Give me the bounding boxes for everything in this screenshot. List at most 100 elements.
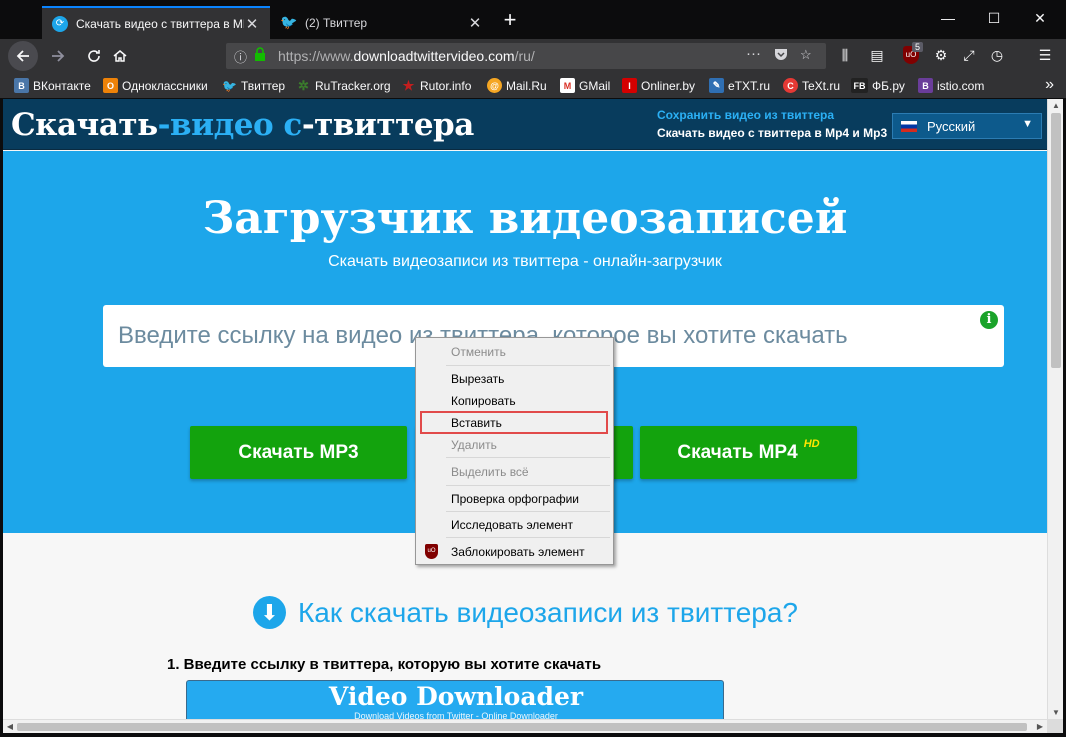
menu-separator xyxy=(446,485,610,486)
bookmark-item[interactable]: ✲ RuTracker.org xyxy=(296,78,391,93)
bookmark-item[interactable]: C TeXt.ru xyxy=(783,78,840,93)
info-icon[interactable]: ⓘ xyxy=(234,47,247,66)
button-label: Скачать MP3 xyxy=(238,441,359,463)
navigation-bar: ⓘ https://www.downloadtwittervideo.com/r… xyxy=(0,39,1066,73)
back-button[interactable] xyxy=(8,41,38,71)
hamburger-menu-icon[interactable]: ☰ xyxy=(1034,47,1056,64)
chevron-double-right-icon[interactable]: » xyxy=(1045,76,1054,94)
url-prefix: https://www. xyxy=(278,48,354,64)
menu-separator xyxy=(446,511,610,512)
twitter-icon: 🐦 xyxy=(280,14,298,30)
new-tab-button[interactable]: + xyxy=(498,8,522,32)
menu-separator xyxy=(446,537,610,538)
howto-text: Как скачать видеозаписи из твиттера? xyxy=(298,596,799,628)
library-icon[interactable]: ⫼ xyxy=(834,47,856,64)
scroll-down-icon[interactable]: ▼ xyxy=(1048,708,1064,717)
reload-button[interactable] xyxy=(80,43,108,69)
site-logo[interactable]: Скачать-видео с-твиттера xyxy=(11,107,474,143)
rutracker-icon: ✲ xyxy=(298,77,309,93)
menu-item-delete[interactable]: Удалить xyxy=(418,435,611,455)
site-header: Скачать-видео с-твиттера Сохранить видео… xyxy=(3,99,1047,150)
menu-item-block-element[interactable]: Заблокировать элемент xyxy=(418,542,611,562)
menu-item-copy[interactable]: Копировать xyxy=(418,391,611,411)
etxt-icon: ✎ xyxy=(709,78,724,93)
bookmark-item[interactable]: 🐦 Твиттер xyxy=(222,78,285,93)
lock-icon[interactable] xyxy=(254,47,266,64)
tab-title: (2) Твиттер xyxy=(305,15,368,30)
url-text[interactable]: https://www.downloadtwittervideo.com/ru/ xyxy=(278,48,535,64)
tutorial-image-title: Video Downloader xyxy=(328,682,584,711)
bookmark-label: Onliner.by xyxy=(641,78,696,93)
hero-title: Загрузчик видеозаписей xyxy=(202,193,848,244)
menu-item-paste[interactable]: Вставить xyxy=(418,413,611,433)
pocket-icon[interactable] xyxy=(774,47,788,64)
mailru-icon: @ xyxy=(487,78,502,93)
sidebar-icon[interactable]: ▤ xyxy=(866,47,888,64)
bookmark-star-icon[interactable]: ☆ xyxy=(800,47,812,63)
russia-flag-icon xyxy=(901,120,917,132)
close-tab-icon[interactable]: ✕ xyxy=(467,14,483,32)
logo-part: -видео с xyxy=(157,107,303,143)
bookmark-label: TeXt.ru xyxy=(802,78,841,93)
resize-icon[interactable]: ⤢ xyxy=(958,47,980,64)
vertical-scrollbar[interactable]: ▲ ▼ xyxy=(1047,99,1063,719)
menu-item-inspect[interactable]: Исследовать элемент xyxy=(418,515,611,535)
bookmark-item[interactable]: FB ФБ.ру xyxy=(851,78,905,93)
gmail-icon: M xyxy=(560,78,575,93)
bookmark-item[interactable]: O Одноклассники xyxy=(103,78,208,93)
tutorial-image: Video Downloader Download Videos from Tw… xyxy=(186,680,724,719)
scrollbar-thumb[interactable] xyxy=(1051,113,1061,368)
close-window-icon[interactable]: ✕ xyxy=(1017,10,1063,27)
bookmark-label: ФБ.ру xyxy=(872,78,905,93)
bookmark-item[interactable]: I Onliner.by xyxy=(622,78,695,93)
home-button[interactable] xyxy=(106,43,134,69)
bookmark-item[interactable]: ✎ eTXT.ru xyxy=(709,78,770,93)
onliner-icon: I xyxy=(622,78,637,93)
close-tab-icon[interactable]: ✕ xyxy=(244,15,260,33)
bookmark-item[interactable]: @ Mail.Ru xyxy=(487,78,547,93)
maximize-icon[interactable]: ☐ xyxy=(971,10,1017,27)
menu-item-spellcheck[interactable]: Проверка орфографии xyxy=(418,489,611,509)
download-icon: ⬇ xyxy=(253,596,286,629)
forward-button[interactable] xyxy=(44,43,72,69)
bookmark-label: Одноклассники xyxy=(122,78,208,93)
header-title: Сохранить видео из твиттера xyxy=(657,108,835,122)
url-domain: downloadtwittervideo.com xyxy=(353,48,515,64)
gear-icon[interactable]: ⚙ xyxy=(930,47,952,64)
scroll-left-icon[interactable]: ◀ xyxy=(3,720,17,734)
info-icon[interactable]: i xyxy=(980,311,998,329)
horizontal-scrollbar[interactable]: ◀ ▶ xyxy=(3,719,1047,733)
history-clock-icon[interactable]: ◷ xyxy=(986,47,1008,64)
menu-item-cut[interactable]: Вырезать xyxy=(418,369,611,389)
scrollbar-thumb[interactable] xyxy=(17,723,1027,731)
bookmark-item[interactable]: B ВКонтакте xyxy=(14,78,91,93)
scroll-up-icon[interactable]: ▲ xyxy=(1048,101,1064,110)
bookmark-label: istio.com xyxy=(937,78,985,93)
scroll-right-icon[interactable]: ▶ xyxy=(1033,720,1047,734)
menu-item-select-all[interactable]: Выделить всё xyxy=(418,462,611,482)
bookmark-label: Твиттер xyxy=(241,78,286,93)
language-select[interactable]: Русский ▼ xyxy=(892,113,1042,139)
bookmark-item[interactable]: ★ Rutor.info xyxy=(401,77,472,93)
bookmark-item[interactable]: M GMail xyxy=(560,78,610,93)
download-mp3-button[interactable]: Скачать MP3 xyxy=(190,426,407,479)
page-actions-icon[interactable]: ··· xyxy=(746,45,761,62)
logo-part: -твиттера xyxy=(301,107,475,143)
rutor-icon: ★ xyxy=(402,77,415,93)
reload-icon xyxy=(88,50,100,62)
twitter-icon: 🐦 xyxy=(222,78,237,93)
tab-title: Скачать видео с твиттера в MP xyxy=(76,16,244,31)
tab-active[interactable]: ⟳ Скачать видео с твиттера в MP ✕ xyxy=(42,6,270,39)
chevron-down-icon: ▼ xyxy=(1022,118,1033,130)
download-mp4-hd-button[interactable]: Скачать MP4 HD xyxy=(640,426,857,479)
url-bar[interactable]: ⓘ https://www.downloadtwittervideo.com/r… xyxy=(226,43,826,69)
menu-item-undo[interactable]: Отменить xyxy=(418,342,611,362)
tab-twitter[interactable]: 🐦 (2) Твиттер ✕ xyxy=(271,6,493,39)
site-favicon-icon: ⟳ xyxy=(52,15,68,32)
istio-icon: B xyxy=(918,78,933,93)
bookmark-item[interactable]: Bistio.com xyxy=(918,78,984,93)
language-label: Русский xyxy=(927,118,976,134)
bookmark-label: Mail.Ru xyxy=(506,78,547,93)
minimize-icon[interactable]: — xyxy=(925,10,971,26)
menu-separator xyxy=(446,457,610,458)
